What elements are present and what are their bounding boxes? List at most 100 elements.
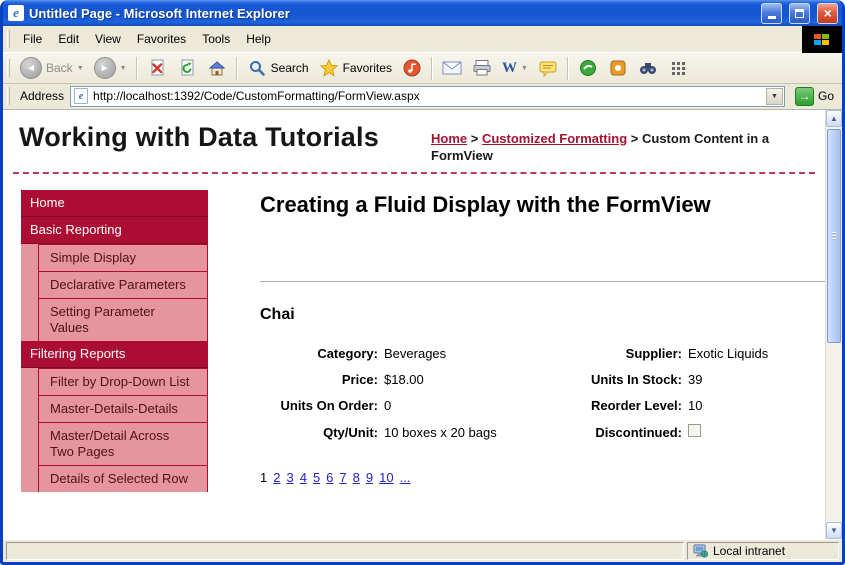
maximize-button[interactable] bbox=[789, 3, 810, 24]
mail-icon bbox=[442, 58, 462, 78]
pager-current-page: 1 bbox=[260, 470, 267, 485]
go-arrow-icon: → bbox=[795, 87, 814, 106]
menu-item[interactable]: Help bbox=[238, 28, 279, 50]
standard-buttons-toolbar: ◄ Back ▼ ► ▼ bbox=[3, 53, 842, 84]
sidebar-item[interactable]: Setting Parameter Values bbox=[38, 298, 208, 341]
mail-button[interactable] bbox=[438, 56, 466, 80]
toolbar-grip[interactable] bbox=[7, 59, 10, 77]
horizontal-rule bbox=[260, 281, 825, 282]
search-button[interactable]: Search bbox=[243, 56, 313, 80]
breadcrumb-link-section[interactable]: Customized Formatting bbox=[482, 131, 627, 146]
menu-item[interactable]: File bbox=[15, 28, 50, 50]
addon-button-4[interactable] bbox=[664, 56, 692, 80]
forward-button[interactable]: ► ▼ bbox=[90, 55, 131, 81]
field-label: Reorder Level: bbox=[566, 398, 682, 413]
page-title: Creating a Fluid Display with the FormVi… bbox=[260, 190, 730, 219]
discuss-button[interactable] bbox=[534, 56, 562, 80]
pager-link[interactable]: 2 bbox=[273, 470, 280, 485]
sidebar-item[interactable]: Details of Selected Row bbox=[38, 465, 208, 492]
title-bar[interactable]: e Untitled Page - Microsoft Internet Exp… bbox=[3, 0, 842, 26]
sidebar-item[interactable]: Filtering Reports bbox=[21, 341, 208, 368]
close-icon: × bbox=[823, 6, 831, 20]
status-message-panel bbox=[6, 542, 684, 560]
toolbar-separator bbox=[431, 57, 433, 80]
pager-link[interactable]: 5 bbox=[313, 470, 320, 485]
sidebar-item[interactable]: Declarative Parameters bbox=[38, 271, 208, 298]
vertical-scrollbar[interactable]: ▲ ▼ bbox=[825, 110, 842, 539]
pager-link[interactable]: 10 bbox=[379, 470, 393, 485]
pager-link[interactable]: ... bbox=[400, 470, 411, 485]
field-value: 10 boxes x 20 bags bbox=[384, 425, 560, 440]
go-button[interactable]: → Go bbox=[791, 87, 838, 106]
menu-item[interactable]: Favorites bbox=[129, 28, 194, 50]
search-label: Search bbox=[271, 61, 309, 75]
back-dropdown-icon: ▼ bbox=[77, 65, 84, 72]
pager-link[interactable]: 7 bbox=[339, 470, 346, 485]
stop-icon bbox=[147, 58, 167, 78]
scrollbar-thumb[interactable] bbox=[827, 129, 841, 343]
windows-logo-icon bbox=[802, 26, 842, 53]
back-button[interactable]: ◄ Back ▼ bbox=[16, 55, 88, 81]
pager-link[interactable]: 8 bbox=[353, 470, 360, 485]
go-label: Go bbox=[818, 89, 834, 103]
product-details-form: Category: Beverages Supplier: Exotic Liq… bbox=[260, 346, 825, 440]
address-dropdown-button[interactable]: ▼ bbox=[766, 88, 783, 105]
scroll-down-button[interactable]: ▼ bbox=[826, 522, 842, 539]
breadcrumb: Home > Customized Formatting > Custom Co… bbox=[431, 122, 811, 164]
field-label: Units On Order: bbox=[260, 398, 378, 413]
addon-button-1[interactable] bbox=[574, 56, 602, 80]
refresh-button[interactable] bbox=[173, 56, 201, 80]
toolbar-grip[interactable] bbox=[7, 87, 10, 105]
breadcrumb-link-home[interactable]: Home bbox=[431, 131, 467, 146]
close-button[interactable]: × bbox=[817, 3, 838, 24]
product-name: Chai bbox=[260, 306, 825, 324]
media-button[interactable] bbox=[398, 56, 426, 80]
home-button[interactable] bbox=[203, 56, 231, 80]
web-page: Working with Data Tutorials Home > Custo… bbox=[3, 110, 825, 539]
stop-button[interactable] bbox=[143, 56, 171, 80]
addon-button-3[interactable] bbox=[634, 56, 662, 80]
toolbar-grip[interactable] bbox=[7, 30, 10, 48]
local-intranet-zone-icon bbox=[693, 544, 708, 558]
pager-link[interactable]: 4 bbox=[300, 470, 307, 485]
edit-with-word-button[interactable]: W ▼ bbox=[498, 58, 532, 79]
main-content: Creating a Fluid Display with the FormVi… bbox=[260, 190, 825, 485]
menu: FileEditViewFavoritesToolsHelp bbox=[15, 28, 279, 50]
pager: 1 23456789 10... bbox=[260, 470, 825, 485]
sidebar-item[interactable]: Master-Details-Details bbox=[38, 395, 208, 422]
discuss-note-icon bbox=[538, 58, 558, 78]
minimize-icon bbox=[768, 16, 776, 19]
sidebar-item[interactable]: Home bbox=[21, 190, 208, 217]
favorites-label: Favorites bbox=[343, 61, 392, 75]
print-button[interactable] bbox=[468, 56, 496, 80]
content-viewport: Working with Data Tutorials Home > Custo… bbox=[3, 110, 842, 539]
sidebar-item[interactable]: Basic Reporting bbox=[21, 217, 208, 244]
menu-item[interactable]: Tools bbox=[194, 28, 238, 50]
sidebar-item[interactable]: Filter by Drop-Down List bbox=[38, 368, 208, 395]
minimize-button[interactable] bbox=[761, 3, 782, 24]
menu-item[interactable]: View bbox=[87, 28, 129, 50]
scroll-up-button[interactable]: ▲ bbox=[826, 110, 842, 127]
favorites-button[interactable]: Favorites bbox=[315, 56, 396, 80]
field-label: Units In Stock: bbox=[566, 372, 682, 387]
breadcrumb-separator: > bbox=[471, 131, 479, 146]
sidebar-item[interactable]: Master/Detail Across Two Pages bbox=[38, 422, 208, 465]
address-input[interactable]: e http://localhost:1392/Code/CustomForma… bbox=[70, 86, 785, 107]
pager-link[interactable]: 3 bbox=[286, 470, 293, 485]
addon-button-2[interactable] bbox=[604, 56, 632, 80]
field-value: 39 bbox=[688, 372, 825, 387]
discontinued-checkbox[interactable] bbox=[688, 424, 701, 437]
field-label: Discontinued: bbox=[566, 425, 682, 440]
maximize-icon bbox=[795, 9, 804, 18]
menu-item[interactable]: Edit bbox=[50, 28, 87, 50]
pager-link[interactable]: 6 bbox=[326, 470, 333, 485]
refresh-icon bbox=[177, 58, 197, 78]
sidebar-item[interactable]: Simple Display bbox=[38, 244, 208, 271]
pager-link[interactable]: 9 bbox=[366, 470, 373, 485]
status-bar: Local intranet bbox=[3, 539, 842, 562]
field-label: Qty/Unit: bbox=[260, 425, 378, 440]
browser-window: e Untitled Page - Microsoft Internet Exp… bbox=[0, 0, 845, 565]
home-icon bbox=[207, 58, 227, 78]
field-value: 10 bbox=[688, 398, 825, 413]
field-label: Supplier: bbox=[566, 346, 682, 361]
